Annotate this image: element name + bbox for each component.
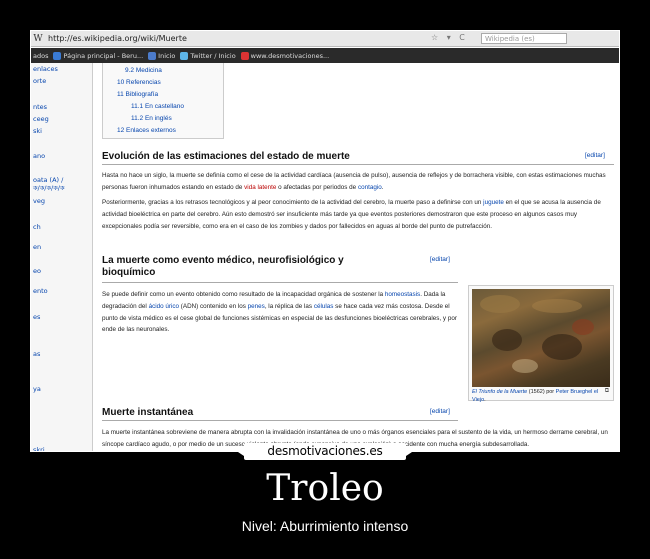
bookmark-item[interactable]: ados — [33, 52, 48, 60]
sidebar-item[interactable]: ch — [33, 223, 41, 231]
address-field[interactable]: http://es.wikipedia.org/wiki/Muerte — [48, 34, 187, 43]
bookmarks-bar: ados Página principal - Beru... Inicio T… — [31, 48, 619, 63]
figure-caption: El Triunfo de la Muerte (1562) por Peter… — [472, 389, 599, 403]
inline-link[interactable]: contagio — [358, 184, 382, 191]
star-reload-icon[interactable]: ☆ ▾ C — [431, 33, 468, 42]
inline-link[interactable]: vida latente — [244, 184, 276, 191]
bookmark-icon — [53, 51, 62, 60]
sidebar-item[interactable]: orte — [33, 77, 46, 85]
twitter-icon — [180, 51, 189, 60]
paragraph: Se puede definir como un evento obtenido… — [102, 291, 457, 334]
bookmark-item[interactable]: Página principal - Beru... — [53, 51, 143, 60]
desmotivaciones-icon — [240, 51, 249, 60]
sidebar-item[interactable]: ento — [33, 287, 48, 295]
sidebar-item[interactable]: veg — [33, 197, 45, 205]
paragraph: Posteriormente, gracias a los retrasos t… — [102, 199, 601, 230]
toc-item[interactable]: 11.2 En inglés — [131, 115, 172, 122]
inline-link[interactable]: ácido úrico — [149, 303, 179, 310]
table-of-contents: 9.2 Medicina 10 Referencias 11 Bibliogra… — [102, 63, 224, 139]
sidebar-item[interactable]: ya — [33, 385, 41, 393]
toc-item[interactable]: 9.2 Medicina — [125, 67, 162, 74]
sidebar-item[interactable]: ক/ক/ক/ক/ক — [33, 183, 65, 194]
sidebar-item[interactable]: en — [33, 243, 41, 251]
facebook-icon — [148, 51, 157, 60]
bookmark-item[interactable]: Inicio — [148, 51, 175, 60]
bookmark-item[interactable]: www.desmotivaciones... — [240, 51, 329, 60]
inline-link[interactable]: homeostasis — [385, 291, 420, 298]
section-heading: Evolución de las estimaciones del estado… — [102, 151, 614, 165]
figure-thumbnail: El Triunfo de la Muerte (1562) por Peter… — [468, 285, 614, 403]
section-heading: Muerte instantánea — [102, 407, 458, 421]
magnify-icon[interactable]: ⧉ — [605, 388, 609, 395]
edit-link[interactable]: [editar] — [430, 256, 450, 263]
inline-link[interactable]: células — [314, 303, 334, 310]
toc-item[interactable]: 11 Bibliografía — [117, 91, 158, 98]
article-content: 9.2 Medicina 10 Referencias 11 Bibliogra… — [94, 63, 619, 451]
toc-item[interactable]: 11.1 En castellano — [131, 103, 184, 110]
wikipedia-favicon-icon: W — [33, 33, 43, 44]
edit-link[interactable]: [editar] — [585, 152, 605, 159]
poster-title: Troleo — [266, 468, 384, 509]
paragraph: Hasta no hace un siglo, la muerte se def… — [102, 172, 606, 191]
toc-item[interactable]: 12 Enlaces externos — [117, 127, 176, 134]
sidebar-item[interactable]: skri — [33, 446, 45, 451]
edit-link[interactable]: [editar] — [430, 408, 450, 415]
bookmark-item[interactable]: Twitter / Inicio — [180, 51, 236, 60]
poster: W http://es.wikipedia.org/wiki/Muerte ☆ … — [0, 0, 650, 559]
browser-url-bar: W http://es.wikipedia.org/wiki/Muerte ☆ … — [31, 31, 619, 47]
sidebar-item[interactable]: ano — [33, 152, 45, 160]
poster-subtitle: Nivel: Aburrimiento intenso — [241, 518, 409, 534]
triumph-of-death-painting[interactable] — [472, 289, 610, 387]
sidebar-item[interactable]: eo — [33, 267, 41, 275]
toc-item[interactable]: 10 Referencias — [117, 79, 161, 86]
sidebar-item[interactable]: enlaces — [33, 65, 58, 73]
search-input[interactable]: Wikipedia (es) — [481, 33, 567, 44]
wiki-sidebar: enlaces orte ntes ceeg ski ano oata (A) … — [31, 63, 93, 451]
sidebar-item[interactable]: ski — [33, 127, 42, 135]
inline-link[interactable]: juguete — [483, 199, 504, 206]
site-brand-label: desmotivaciones.es — [238, 443, 412, 460]
sidebar-item[interactable]: ceeg — [33, 115, 49, 123]
sidebar-item[interactable]: ntes — [33, 103, 47, 111]
screenshot-frame: W http://es.wikipedia.org/wiki/Muerte ☆ … — [30, 30, 620, 452]
section-heading: La muerte como evento médico, neurofisio… — [102, 255, 458, 283]
sidebar-item[interactable]: es — [33, 313, 40, 321]
sidebar-item[interactable]: as — [33, 350, 40, 358]
inline-link[interactable]: penes — [248, 303, 265, 310]
caption-link[interactable]: El Triunfo de la Muerte — [472, 389, 527, 395]
